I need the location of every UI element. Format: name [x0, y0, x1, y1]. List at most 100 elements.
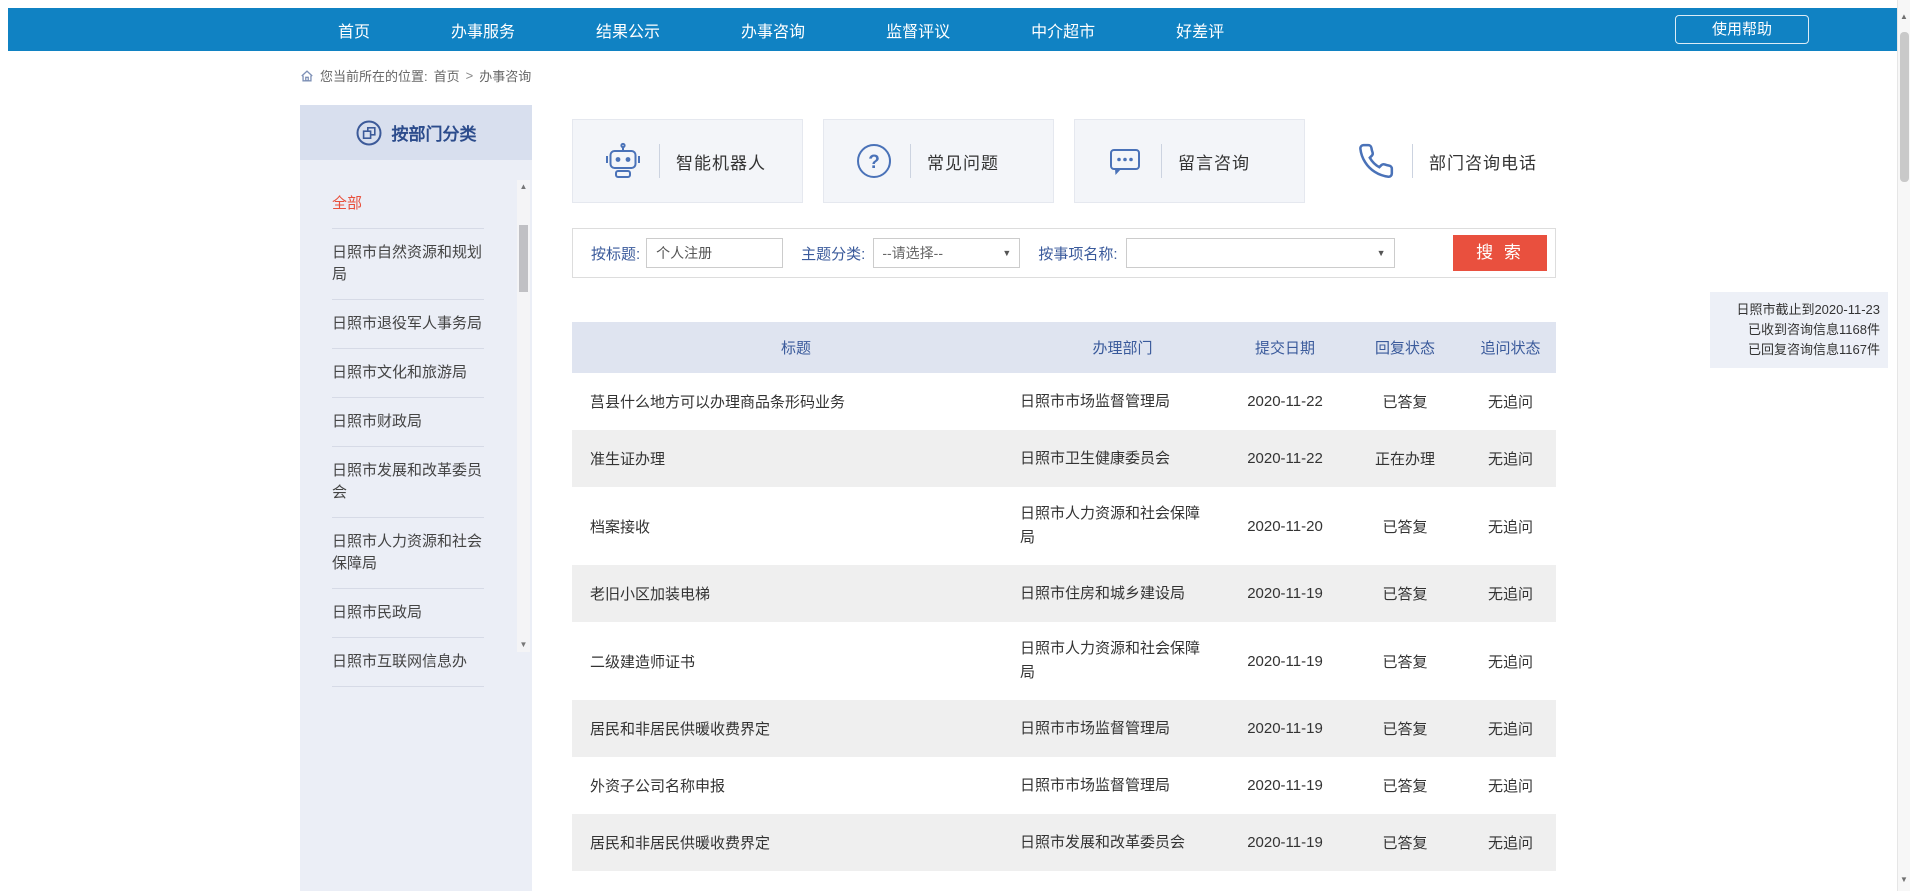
nav-item-supervision[interactable]: 监督评议: [886, 18, 950, 42]
title-search-input[interactable]: [646, 238, 783, 268]
sidebar-item-culture-tourism[interactable]: 日照市文化和旅游局: [332, 349, 484, 398]
nav-item-consult[interactable]: 办事咨询: [741, 18, 805, 42]
category-select[interactable]: --请选择-- ▼: [873, 238, 1020, 268]
sidebar-item-veterans[interactable]: 日照市退役军人事务局: [332, 300, 484, 349]
row-department: 日照市人力资源和社会保障局: [1020, 637, 1225, 685]
row-title-link[interactable]: 居民和非居民供暖收费界定: [572, 718, 1020, 739]
row-department: 日照市卫生健康委员会: [1020, 447, 1225, 471]
row-department: 日照市市场监督管理局: [1020, 717, 1225, 741]
top-navbar: 首页 办事服务 结果公示 办事咨询 监督评议 中介超市 好差评: [8, 8, 1897, 51]
row-reply-status: 已答复: [1345, 651, 1465, 672]
row-follow-status: 无追问: [1465, 391, 1556, 412]
divider: [1412, 144, 1413, 178]
scroll-down-icon[interactable]: ▼: [1898, 875, 1910, 885]
row-title-link[interactable]: 外资子公司名称申报: [572, 775, 1020, 796]
scroll-up-icon[interactable]: ▲: [1898, 12, 1910, 22]
sidebar-header: 按部门分类: [300, 105, 532, 160]
row-reply-status: 已答复: [1345, 583, 1465, 604]
title-filter-label: 按标题:: [591, 243, 640, 264]
row-reply-status: 已答复: [1345, 832, 1465, 853]
breadcrumb-prefix: 您当前所在的位置:: [320, 66, 428, 85]
feature-label: 部门咨询电话: [1429, 149, 1537, 174]
table-row: 老旧小区加装电梯 日照市住房和城乡建设局 2020-11-19 已答复 无追问: [572, 565, 1556, 622]
category-filter-label: 主题分类:: [801, 243, 865, 264]
department-sidebar: 按部门分类 全部 日照市自然资源和规划局 日照市退役军人事务局 日照市文化和旅游…: [300, 105, 532, 891]
sidebar-item-development-reform[interactable]: 日照市发展和改革委员会: [332, 447, 484, 518]
robot-icon: [601, 141, 645, 181]
row-date: 2020-11-19: [1225, 777, 1345, 794]
stats-line-3: 已回复咨询信息1167件: [1718, 340, 1880, 360]
sidebar-item-finance[interactable]: 日照市财政局: [332, 398, 484, 447]
row-title-link[interactable]: 老旧小区加装电梯: [572, 583, 1020, 604]
nav-item-services[interactable]: 办事服务: [451, 18, 515, 42]
department-phone-button[interactable]: 部门咨询电话: [1325, 119, 1556, 203]
consultation-stats: 日照市截止到2020-11-23 已收到咨询信息1168件 已回复咨询信息116…: [1710, 292, 1888, 368]
row-follow-status: 无追问: [1465, 651, 1556, 672]
row-title-link[interactable]: 准生证办理: [572, 448, 1020, 469]
leave-message-button[interactable]: 留言咨询: [1074, 119, 1305, 203]
feature-label: 智能机器人: [676, 149, 766, 174]
faq-button[interactable]: ? 常见问题: [823, 119, 1054, 203]
phone-icon: [1354, 142, 1398, 180]
breadcrumb-current: 办事咨询: [479, 66, 531, 85]
row-department: 日照市住房和城乡建设局: [1020, 582, 1225, 606]
sidebar-scrollbar[interactable]: ▲ ▼: [517, 180, 530, 652]
page-scrollbar[interactable]: ▲ ▼: [1897, 0, 1910, 891]
table-row: 档案接收 日照市人力资源和社会保障局 2020-11-20 已答复 无追问: [572, 487, 1556, 565]
row-title-link[interactable]: 档案接收: [572, 516, 1020, 537]
stats-line-1: 日照市截止到2020-11-23: [1718, 300, 1880, 320]
row-date: 2020-11-22: [1225, 450, 1345, 467]
row-reply-status: 已答复: [1345, 516, 1465, 537]
row-department: 日照市市场监督管理局: [1020, 390, 1225, 414]
header-title: 标题: [572, 337, 1020, 358]
smart-robot-button[interactable]: 智能机器人: [572, 119, 803, 203]
nav-item-home[interactable]: 首页: [338, 18, 370, 42]
nav-item-agency-market[interactable]: 中介超市: [1031, 18, 1095, 42]
feature-shortcuts: 智能机器人 ? 常见问题 留: [572, 119, 1556, 203]
row-title-link[interactable]: 二级建造师证书: [572, 651, 1020, 672]
chevron-down-icon: ▼: [1002, 248, 1011, 258]
header-reply-status: 回复状态: [1345, 337, 1465, 358]
table-row: 莒县什么地方可以办理商品条形码业务 日照市市场监督管理局 2020-11-22 …: [572, 373, 1556, 430]
sidebar-scrollbar-thumb[interactable]: [519, 225, 528, 292]
nav-item-rating[interactable]: 好差评: [1176, 18, 1224, 42]
scroll-up-icon[interactable]: ▲: [517, 182, 530, 192]
row-reply-status: 已答复: [1345, 391, 1465, 412]
row-follow-status: 无追问: [1465, 516, 1556, 537]
feature-label: 常见问题: [927, 149, 999, 174]
sidebar-item-all[interactable]: 全部: [332, 180, 484, 229]
breadcrumb: 您当前所在的位置: 首页 > 办事咨询: [300, 66, 531, 85]
row-title-link[interactable]: 居民和非居民供暖收费界定: [572, 832, 1020, 853]
header-date: 提交日期: [1225, 337, 1345, 358]
svg-text:?: ?: [868, 152, 880, 173]
sidebar-item-internet-info[interactable]: 日照市互联网信息办: [332, 638, 484, 687]
sidebar-item-civil-affairs[interactable]: 日照市民政局: [332, 589, 484, 638]
search-button[interactable]: 搜 索: [1453, 235, 1547, 271]
item-filter-label: 按事项名称:: [1038, 243, 1117, 264]
breadcrumb-home[interactable]: 首页: [434, 66, 460, 85]
message-icon: [1103, 141, 1147, 181]
row-follow-status: 无追问: [1465, 718, 1556, 739]
row-reply-status: 已答复: [1345, 718, 1465, 739]
row-date: 2020-11-20: [1225, 518, 1345, 535]
row-date: 2020-11-19: [1225, 834, 1345, 851]
row-title-link[interactable]: 莒县什么地方可以办理商品条形码业务: [572, 391, 1020, 412]
table-row: 居民和非居民供暖收费界定 日照市发展和改革委员会 2020-11-19 已答复 …: [572, 814, 1556, 871]
page-scrollbar-thumb[interactable]: [1900, 32, 1909, 182]
breadcrumb-separator: >: [466, 68, 474, 83]
consultation-table: 标题 办理部门 提交日期 回复状态 追问状态 莒县什么地方可以办理商品条形码业务…: [572, 322, 1556, 871]
nav-item-results[interactable]: 结果公示: [596, 18, 660, 42]
help-button[interactable]: 使用帮助: [1675, 15, 1809, 44]
row-follow-status: 无追问: [1465, 448, 1556, 469]
row-follow-status: 无追问: [1465, 775, 1556, 796]
table-row: 准生证办理 日照市卫生健康委员会 2020-11-22 正在办理 无追问: [572, 430, 1556, 487]
table-row: 二级建造师证书 日照市人力资源和社会保障局 2020-11-19 已答复 无追问: [572, 622, 1556, 700]
scroll-down-icon[interactable]: ▼: [517, 640, 530, 650]
divider: [910, 144, 911, 178]
table-row: 外资子公司名称申报 日照市市场监督管理局 2020-11-19 已答复 无追问: [572, 757, 1556, 814]
row-date: 2020-11-22: [1225, 393, 1345, 410]
sidebar-item-human-resources[interactable]: 日照市人力资源和社会保障局: [332, 518, 484, 589]
sidebar-item-natural-resources[interactable]: 日照市自然资源和规划局: [332, 229, 484, 300]
item-name-select[interactable]: ▼: [1126, 238, 1395, 268]
stats-line-2: 已收到咨询信息1168件: [1718, 320, 1880, 340]
